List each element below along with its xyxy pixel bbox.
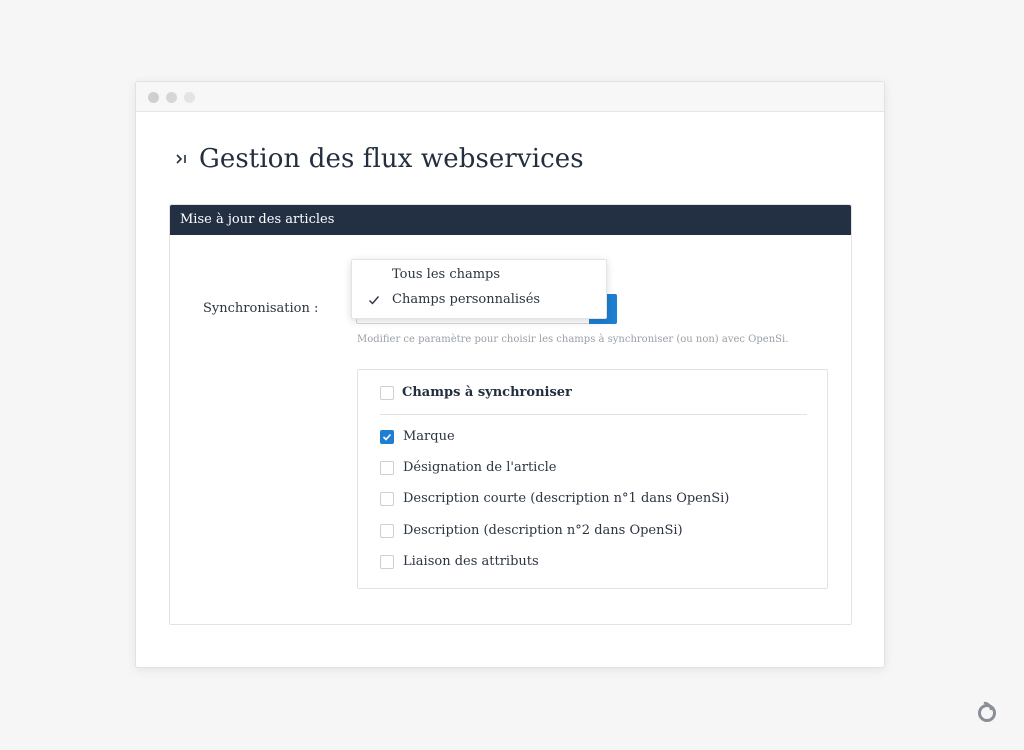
field-label: Description courte (description n°1 dans…	[403, 491, 730, 506]
browser-window: Gestion des flux webservices Mise à jour…	[135, 81, 885, 668]
help-text: Modifier ce paramètre pour choisir les c…	[357, 334, 789, 345]
check-icon	[368, 294, 380, 306]
field-label: Désignation de l'article	[403, 460, 557, 475]
opensi-logo-icon	[976, 701, 998, 723]
attributes-checkbox[interactable]	[380, 554, 394, 569]
fields-header: Champs à synchroniser	[380, 385, 572, 400]
window-titlebar	[136, 82, 884, 112]
synchronisation-label: Synchronisation :	[203, 301, 319, 316]
fields-divider	[380, 414, 807, 415]
synchronisation-dropdown: Tous les champs Champs personnalisés	[351, 259, 607, 319]
field-row-description[interactable]: Description (description n°2 dans OpenSi…	[380, 523, 683, 538]
marque-checkbox[interactable]	[380, 429, 394, 444]
field-label: Marque	[403, 429, 455, 444]
short-description-checkbox[interactable]	[380, 491, 394, 506]
designation-checkbox[interactable]	[380, 460, 394, 475]
dropdown-option-label: Tous les champs	[392, 267, 501, 282]
description-checkbox[interactable]	[380, 523, 394, 538]
field-row-attributes[interactable]: Liaison des attributs	[380, 554, 539, 569]
dropdown-option-all-fields[interactable]: Tous les champs	[352, 263, 606, 287]
dropdown-option-label: Champs personnalisés	[392, 292, 541, 307]
field-label: Description (description n°2 dans OpenSi…	[403, 523, 683, 538]
dropdown-option-custom-fields[interactable]: Champs personnalisés	[352, 288, 606, 312]
field-row-designation[interactable]: Désignation de l'article	[380, 460, 556, 475]
articles-update-panel: Mise à jour des articles Synchronisation…	[169, 204, 852, 625]
window-close-dot[interactable]	[148, 92, 159, 103]
field-label: Liaison des attributs	[403, 554, 539, 569]
window-minimize-dot[interactable]	[166, 92, 177, 103]
page-title: Gestion des flux webservices	[199, 144, 584, 174]
field-row-marque[interactable]: Marque	[380, 429, 455, 444]
collapse-right-icon[interactable]	[173, 150, 191, 168]
panel-header: Mise à jour des articles	[170, 205, 851, 235]
window-maximize-dot[interactable]	[184, 92, 195, 103]
page-heading: Gestion des flux webservices	[173, 144, 584, 174]
field-row-short-description[interactable]: Description courte (description n°1 dans…	[380, 491, 729, 506]
select-all-checkbox[interactable]	[380, 385, 394, 400]
fields-to-sync-box: Champs à synchroniser Marque Désignation…	[357, 369, 828, 589]
fields-title: Champs à synchroniser	[402, 385, 572, 400]
